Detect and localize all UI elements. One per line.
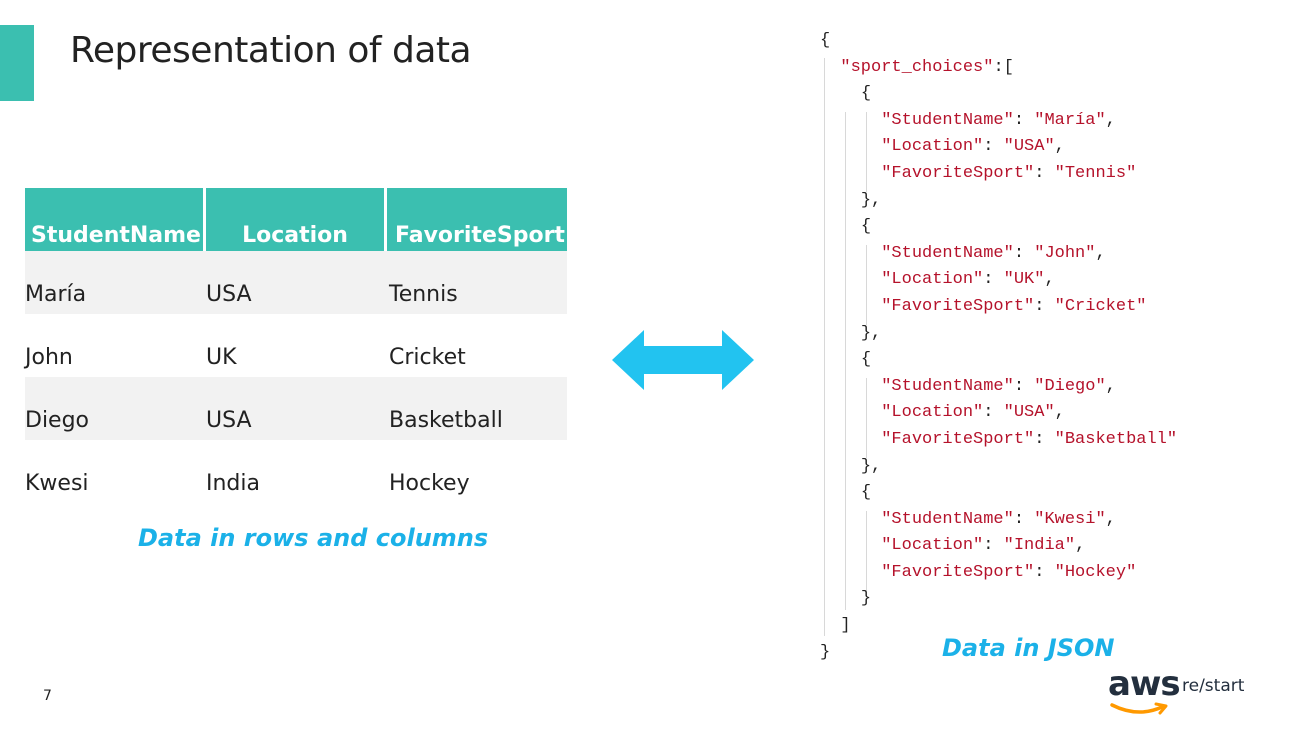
json-key-value-line: "StudentName": "John", xyxy=(881,243,1106,263)
table-row: María USA Tennis xyxy=(25,251,567,314)
json-key-value-line: "FavoriteSport": "Basketball" xyxy=(881,429,1178,449)
header-favorite-sport: FavoriteSport xyxy=(387,188,567,251)
cell-location: USA xyxy=(206,408,252,433)
cell-favorite-sport: Tennis xyxy=(389,282,458,307)
json-line: }, xyxy=(860,190,882,210)
json-line: { xyxy=(860,217,872,237)
table-row: Kwesi India Hockey xyxy=(25,440,567,503)
json-key-value-line: "FavoriteSport": "Hockey" xyxy=(881,562,1137,582)
cell-favorite-sport: Basketball xyxy=(389,408,503,433)
aws-smile-icon xyxy=(1110,702,1168,715)
cell-location: India xyxy=(206,471,260,496)
json-line: { xyxy=(860,350,872,370)
json-line: { xyxy=(860,483,872,503)
table-caption: Data in rows and columns xyxy=(138,524,489,552)
page-number: 7 xyxy=(43,688,52,704)
json-key-value-line: "Location": "India", xyxy=(881,536,1086,556)
json-caption: Data in JSON xyxy=(942,634,1115,662)
cell-student-name: María xyxy=(25,282,87,307)
header-student-name: StudentName xyxy=(25,188,206,251)
json-root-key-line: "sport_choices":[ xyxy=(840,57,1014,77)
json-key-value-line: "FavoriteSport": "Cricket" xyxy=(881,296,1147,316)
json-key-value-line: "Location": "UK", xyxy=(881,270,1055,290)
aws-logo-text: aws xyxy=(1108,664,1181,704)
header-location: Location xyxy=(206,188,387,251)
json-key-value-line: "StudentName": "Kwesi", xyxy=(881,509,1116,529)
json-key-value-line: "FavoriteSport": "Tennis" xyxy=(881,163,1137,183)
json-code-block: { "sport_choices":[ { "StudentName": "Ma… xyxy=(820,28,1177,666)
table-row: John UK Cricket xyxy=(25,314,567,377)
cell-location: UK xyxy=(206,345,237,370)
cell-student-name: John xyxy=(25,345,73,370)
json-key-value-line: "StudentName": "Diego", xyxy=(881,376,1116,396)
slide-title: Representation of data xyxy=(70,30,472,71)
table-row: Diego USA Basketball xyxy=(25,377,567,440)
cell-favorite-sport: Cricket xyxy=(389,345,466,370)
json-line: { xyxy=(860,84,872,104)
json-key-value-line: "Location": "USA", xyxy=(881,403,1065,423)
json-line: } xyxy=(860,589,872,609)
cell-location: USA xyxy=(206,282,252,307)
aws-restart-logo: aws re/start xyxy=(1108,664,1244,715)
json-key-value-line: "StudentName": "María", xyxy=(881,110,1116,130)
cell-student-name: Kwesi xyxy=(25,471,89,496)
json-line: { xyxy=(820,31,831,50)
title-accent-bar xyxy=(0,25,34,101)
cell-favorite-sport: Hockey xyxy=(389,471,470,496)
restart-logo-text: re/start xyxy=(1182,676,1245,696)
json-line: }, xyxy=(860,456,882,476)
data-table: StudentName Location FavoriteSport María… xyxy=(25,188,567,503)
json-line: }, xyxy=(860,323,882,343)
table-header: StudentName Location FavoriteSport xyxy=(25,188,567,251)
cell-student-name: Diego xyxy=(25,408,90,433)
json-key-value-line: "Location": "USA", xyxy=(881,137,1065,157)
double-arrow-icon xyxy=(612,330,754,390)
